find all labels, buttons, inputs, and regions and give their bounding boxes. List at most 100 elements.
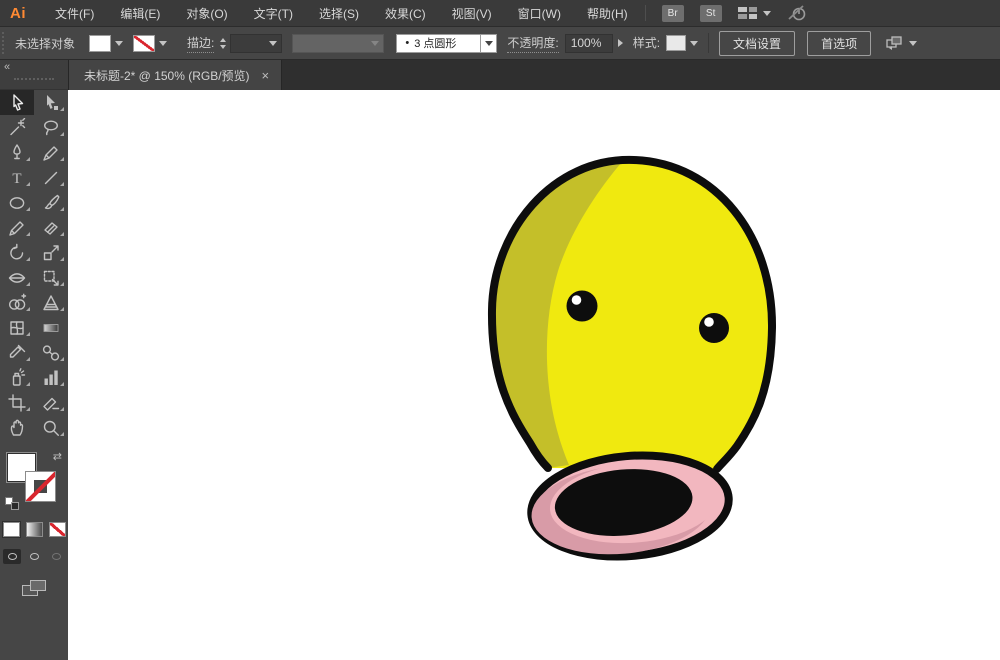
artboard-tool[interactable] [0, 390, 34, 415]
cc-sync-status[interactable] [787, 5, 807, 21]
slice-tool[interactable] [34, 390, 68, 415]
paint-buttons [0, 522, 68, 537]
draw-behind-button[interactable] [25, 549, 43, 564]
direct-selection-tool[interactable] [34, 90, 68, 115]
pencil-tool[interactable] [0, 215, 34, 240]
free-transform-tool[interactable] [34, 265, 68, 290]
mesh-tool[interactable] [0, 315, 34, 340]
left-eye-highlight [572, 295, 582, 305]
opacity-input[interactable]: 100% [565, 34, 613, 53]
menu-bar: Ai 文件(F) 编辑(E) 对象(O) 文字(T) 选择(S) 效果(C) 视… [0, 0, 1000, 27]
illustrator-logo: Ai [0, 5, 42, 22]
opacity-label[interactable]: 不透明度: [507, 34, 558, 53]
stroke-color-swatch[interactable] [133, 35, 155, 52]
chevron-down-icon [269, 41, 277, 46]
chevron-down-icon[interactable] [159, 41, 167, 46]
workspace-layout-icon [738, 6, 758, 20]
selection-status: 未选择对象 [7, 35, 89, 52]
right-eye-highlight [704, 317, 714, 327]
chevron-down-icon[interactable] [690, 41, 698, 46]
chevron-down-icon [763, 11, 771, 16]
tools-panel-header: « [0, 60, 68, 90]
hand-tool[interactable] [0, 415, 34, 440]
control-bar: 未选择对象 描边: • 3 点圆形 不透明度: 100% 样式: 文档设置 首选… [0, 27, 1000, 60]
symbol-sprayer-tool[interactable] [0, 365, 34, 390]
scale-tool[interactable] [34, 240, 68, 265]
stroke-weight-stepper[interactable] [220, 38, 226, 49]
gradient-tool[interactable] [34, 315, 68, 340]
rotate-tool[interactable] [0, 240, 34, 265]
arrange-menu[interactable] [885, 35, 917, 51]
none-slash-icon [25, 471, 56, 502]
workspace-switcher[interactable] [738, 6, 771, 20]
stroke-weight-label[interactable]: 描边: [187, 34, 214, 53]
chevron-down-icon [909, 41, 917, 46]
default-fill-stroke-icon[interactable] [5, 497, 19, 510]
shape-builder-tool[interactable] [0, 290, 34, 315]
type-tool[interactable]: T [0, 165, 34, 190]
menu-type[interactable]: 文字(T) [241, 5, 306, 22]
eyedropper-tool[interactable] [0, 340, 34, 365]
stock-button[interactable]: St [700, 5, 722, 22]
swap-fill-stroke-icon[interactable]: ⇄ [53, 450, 62, 463]
left-eye [567, 291, 598, 322]
menu-window[interactable]: 窗口(W) [505, 5, 574, 22]
opacity-panel-arrow[interactable] [618, 39, 623, 47]
eraser-tool[interactable] [34, 215, 68, 240]
divider [645, 5, 646, 21]
menu-edit[interactable]: 编辑(E) [107, 5, 173, 22]
fill-color-swatch[interactable] [89, 35, 111, 52]
chevron-down-icon[interactable] [115, 41, 123, 46]
menu-effect[interactable]: 效果(C) [372, 5, 439, 22]
menu-help[interactable]: 帮助(H) [574, 5, 641, 22]
draw-inside-button [47, 549, 65, 564]
stroke-weight-dropdown[interactable] [230, 34, 282, 53]
gradient-button[interactable] [26, 522, 43, 537]
paintbrush-tool[interactable] [34, 190, 68, 215]
brush-bullet: • [405, 37, 409, 49]
brush-definition-value: 3 点圆形 [414, 35, 456, 51]
artboard-canvas[interactable] [68, 90, 1000, 660]
lasso-tool[interactable] [34, 115, 68, 140]
menu-object[interactable]: 对象(O) [173, 5, 240, 22]
panel-drag-grip[interactable] [14, 78, 54, 80]
color-button[interactable] [3, 522, 20, 537]
perspective-grid-tool[interactable] [34, 290, 68, 315]
change-screen-mode-button[interactable] [22, 580, 46, 596]
menu-file[interactable]: 文件(F) [42, 5, 107, 22]
ellipse-tool[interactable] [0, 190, 34, 215]
fill-stroke-controls: ⇄ [5, 450, 63, 512]
menu-view[interactable]: 视图(V) [439, 5, 505, 22]
magic-wand-tool[interactable] [0, 115, 34, 140]
collapse-panel-button[interactable]: « [4, 61, 8, 73]
width-tool[interactable] [0, 265, 34, 290]
document-tab[interactable]: 未标题-2* @ 150% (RGB/预览) × [68, 60, 282, 90]
preferences-button[interactable]: 首选项 [807, 31, 871, 56]
close-tab-icon[interactable]: × [262, 69, 270, 82]
drawing-modes [0, 549, 68, 564]
curvature-tool[interactable] [34, 140, 68, 165]
pen-tool[interactable] [0, 140, 34, 165]
selection-tool[interactable] [0, 90, 34, 115]
column-graph-tool[interactable] [34, 365, 68, 390]
brush-definition-combo[interactable]: • 3 点圆形 [396, 34, 497, 53]
line-segment-tool[interactable] [34, 165, 68, 190]
draw-normal-button[interactable] [3, 549, 21, 564]
document-tab-title: 未标题-2* @ 150% (RGB/预览) [84, 67, 250, 84]
width-profile-dropdown [292, 34, 384, 53]
svg-text:T: T [12, 171, 21, 187]
zoom-tool[interactable] [34, 415, 68, 440]
bridge-button[interactable]: Br [662, 5, 684, 22]
blend-tool[interactable] [34, 340, 68, 365]
document-tab-bar: 未标题-2* @ 150% (RGB/预览) × [68, 60, 1000, 90]
style-label: 样式: [633, 34, 660, 52]
style-swatch[interactable] [666, 35, 686, 51]
none-button[interactable] [49, 522, 66, 537]
brush-definition-dropdown-button[interactable] [480, 34, 497, 53]
tools-panel: « T [0, 60, 68, 660]
brush-definition-field[interactable]: • 3 点圆形 [396, 34, 480, 53]
menu-select[interactable]: 选择(S) [306, 5, 372, 22]
stroke-proxy[interactable] [25, 471, 56, 502]
artwork-character[interactable] [470, 145, 810, 575]
document-setup-button[interactable]: 文档设置 [719, 31, 795, 56]
